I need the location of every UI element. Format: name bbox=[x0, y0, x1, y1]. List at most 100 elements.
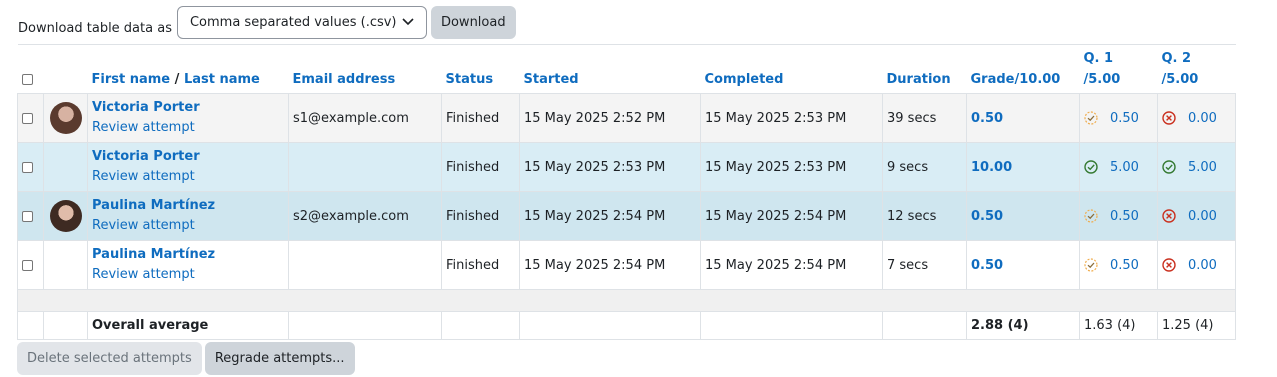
review-attempt-link[interactable]: Review attempt bbox=[92, 118, 284, 138]
avg-empty-cell bbox=[441, 311, 520, 340]
student-name-link[interactable]: Paulina Martínez bbox=[92, 196, 284, 216]
select-all-cell bbox=[17, 44, 44, 94]
q2-header-line1: Q. 2 bbox=[1161, 51, 1192, 66]
name-cell: Paulina Martínez Review attempt bbox=[87, 191, 289, 241]
grade-link[interactable]: 0.50 bbox=[971, 209, 1003, 224]
q1-cell: 0.50 bbox=[1079, 93, 1158, 143]
q2-cell: 0.00 bbox=[1157, 240, 1236, 290]
select-all-checkbox[interactable] bbox=[21, 74, 33, 85]
sort-started[interactable]: Started bbox=[519, 44, 701, 94]
row-checkbox[interactable] bbox=[22, 161, 33, 173]
avatar-cell bbox=[43, 142, 88, 192]
review-attempt-link[interactable]: Review attempt bbox=[92, 265, 284, 285]
avatar[interactable] bbox=[49, 102, 82, 134]
sort-grade[interactable]: Grade/10.00 bbox=[966, 44, 1080, 94]
sort-first-name[interactable]: First name bbox=[92, 72, 171, 87]
sort-completed[interactable]: Completed bbox=[700, 44, 883, 94]
average-q1: 1.63 (4) bbox=[1079, 311, 1158, 340]
average-label: Overall average bbox=[87, 311, 289, 340]
q1-mark: 5.00 bbox=[1110, 159, 1139, 175]
q2-cell: 0.00 bbox=[1157, 191, 1236, 241]
avg-empty-cell bbox=[700, 311, 883, 340]
regrade-attempts-button[interactable]: Regrade attempts... bbox=[204, 342, 355, 375]
picture-header bbox=[43, 44, 88, 94]
name-cell: Victoria Porter Review attempt bbox=[87, 142, 289, 192]
student-name-link[interactable]: Victoria Porter bbox=[92, 147, 284, 167]
student-name-link[interactable]: Victoria Porter bbox=[92, 98, 284, 118]
table-row: Victoria Porter Review attempt s1@example… bbox=[17, 93, 1236, 143]
q2-mark-link[interactable]: 0.00 bbox=[1162, 209, 1231, 224]
q1-mark-link[interactable]: 0.50 bbox=[1084, 209, 1153, 224]
q2-mark: 0.00 bbox=[1188, 110, 1217, 126]
sort-last-name[interactable]: Last name bbox=[184, 72, 260, 87]
q2-cell: 0.00 bbox=[1157, 93, 1236, 143]
avg-empty-cell bbox=[17, 311, 44, 340]
partially-correct-icon bbox=[1084, 258, 1098, 272]
q1-header-line2: /5.00 bbox=[1083, 72, 1121, 87]
avatar[interactable] bbox=[49, 200, 82, 232]
email-cell: s1@example.com bbox=[288, 93, 442, 143]
avatar-cell bbox=[43, 191, 88, 241]
completed-cell: 15 May 2025 2:53 PM bbox=[700, 142, 883, 192]
avatar-cell bbox=[43, 240, 88, 290]
started-cell: 15 May 2025 2:54 PM bbox=[519, 191, 701, 241]
average-row: Overall average 2.88 (4) 1.63 (4) 1.25 (… bbox=[17, 311, 1236, 340]
download-format-value: Comma separated values (.csv) bbox=[189, 14, 397, 30]
q1-cell: 0.50 bbox=[1079, 191, 1158, 241]
completed-cell: 15 May 2025 2:54 PM bbox=[700, 191, 883, 241]
sort-q2[interactable]: Q. 2/5.00 bbox=[1157, 44, 1236, 94]
partially-correct-icon bbox=[1084, 111, 1098, 125]
started-cell: 15 May 2025 2:54 PM bbox=[519, 240, 701, 290]
download-format-select[interactable]: Comma separated values (.csv) bbox=[176, 5, 427, 39]
started-cell: 15 May 2025 2:53 PM bbox=[519, 142, 701, 192]
q1-mark-link[interactable]: 0.50 bbox=[1084, 111, 1153, 126]
q2-cell: 5.00 bbox=[1157, 142, 1236, 192]
avg-empty-cell bbox=[43, 311, 88, 340]
student-name-link[interactable]: Paulina Martínez bbox=[92, 245, 284, 265]
average-grade: 2.88 (4) bbox=[966, 311, 1080, 340]
review-attempt-link[interactable]: Review attempt bbox=[92, 216, 284, 236]
delete-selected-button[interactable]: Delete selected attempts bbox=[17, 342, 202, 375]
avg-empty-cell bbox=[288, 311, 442, 340]
q2-mark-link[interactable]: 5.00 bbox=[1162, 160, 1231, 175]
grade-link[interactable]: 0.50 bbox=[971, 258, 1003, 273]
q1-cell: 0.50 bbox=[1079, 240, 1158, 290]
sort-email[interactable]: Email address bbox=[288, 44, 442, 94]
spacer-cell bbox=[17, 289, 1236, 312]
q1-mark-link[interactable]: 5.00 bbox=[1084, 160, 1153, 175]
sort-q1[interactable]: Q. 1/5.00 bbox=[1079, 44, 1158, 94]
row-checkbox[interactable] bbox=[22, 210, 33, 222]
download-label: Download table data as bbox=[18, 20, 172, 36]
q2-mark: 5.00 bbox=[1188, 159, 1217, 175]
grade-link[interactable]: 10.00 bbox=[971, 160, 1012, 175]
sort-duration[interactable]: Duration bbox=[882, 44, 967, 94]
duration-cell: 7 secs bbox=[882, 240, 967, 290]
name-separator: / bbox=[170, 72, 184, 87]
table-header-row: First name / Last name Email address Sta… bbox=[17, 44, 1236, 94]
sort-status[interactable]: Status bbox=[441, 44, 520, 94]
table-row: Paulina Martínez Review attempt s2@exampl… bbox=[17, 191, 1236, 241]
grade-cell: 0.50 bbox=[966, 191, 1080, 241]
name-cell: Paulina Martínez Review attempt bbox=[87, 240, 289, 290]
row-checkbox[interactable] bbox=[22, 112, 33, 124]
download-button[interactable]: Download bbox=[430, 5, 516, 39]
status-cell: Finished bbox=[441, 240, 520, 290]
q1-mark: 0.50 bbox=[1110, 208, 1139, 224]
grade-cell: 0.50 bbox=[966, 93, 1080, 143]
grade-link[interactable]: 0.50 bbox=[971, 111, 1003, 126]
name-header: First name / Last name bbox=[87, 44, 289, 94]
name-cell: Victoria Porter Review attempt bbox=[87, 93, 289, 143]
status-cell: Finished bbox=[441, 93, 520, 143]
correct-icon bbox=[1162, 160, 1176, 174]
avg-empty-cell bbox=[882, 311, 967, 340]
q2-mark-link[interactable]: 0.00 bbox=[1162, 258, 1231, 273]
q1-mark-link[interactable]: 0.50 bbox=[1084, 258, 1153, 273]
review-attempt-link[interactable]: Review attempt bbox=[92, 167, 284, 187]
incorrect-icon bbox=[1162, 209, 1176, 223]
incorrect-icon bbox=[1162, 258, 1176, 272]
completed-cell: 15 May 2025 2:54 PM bbox=[700, 240, 883, 290]
duration-cell: 39 secs bbox=[882, 93, 967, 143]
incorrect-icon bbox=[1162, 111, 1176, 125]
row-checkbox[interactable] bbox=[22, 259, 33, 271]
q2-mark-link[interactable]: 0.00 bbox=[1162, 111, 1231, 126]
